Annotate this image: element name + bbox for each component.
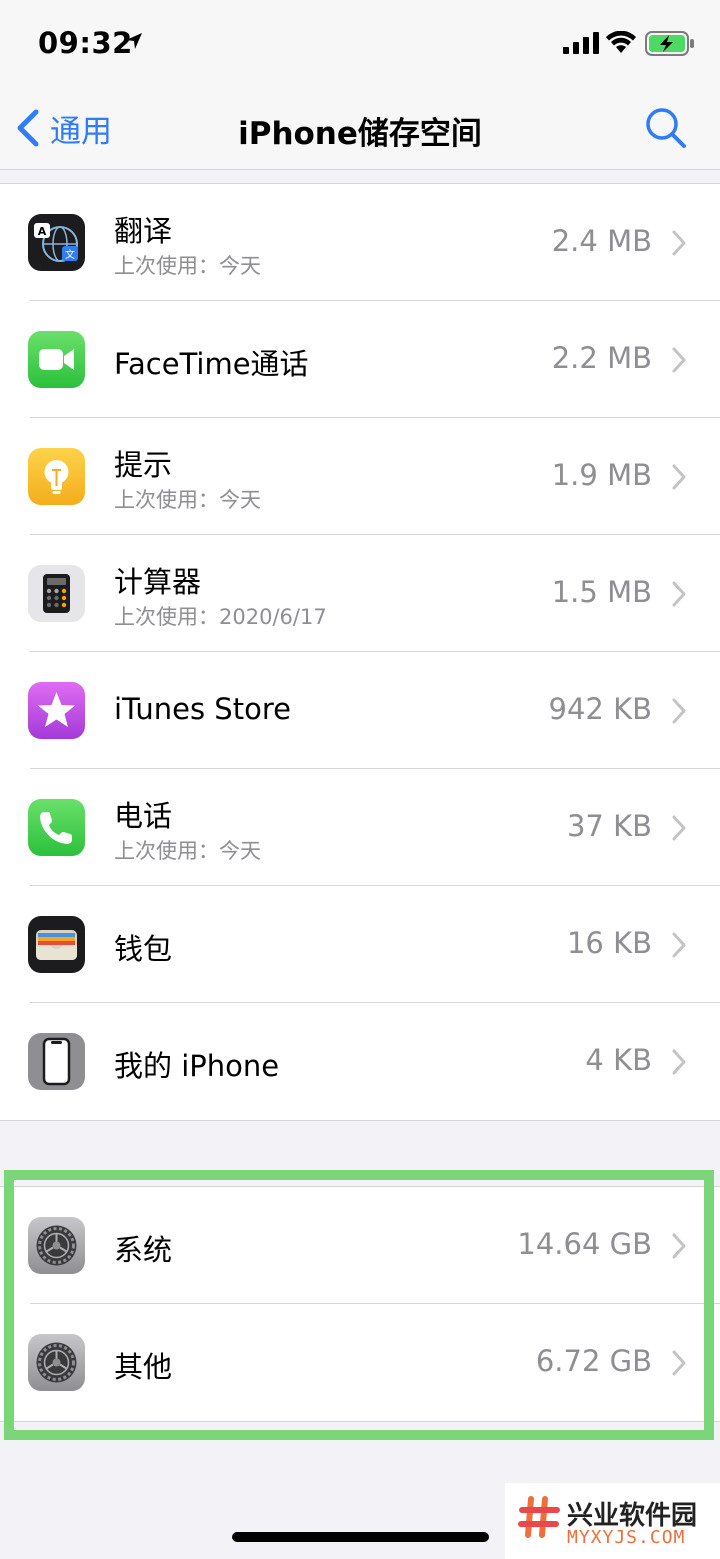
phone-icon bbox=[28, 799, 85, 856]
chevron-right-icon bbox=[672, 698, 686, 724]
app-name: FaceTime通话 bbox=[114, 347, 309, 381]
facetime-icon bbox=[28, 331, 85, 388]
itunes-store-icon bbox=[28, 682, 85, 739]
app-name: 提示 bbox=[114, 448, 173, 482]
list-item-system[interactable]: 系统 14.64 GB bbox=[0, 1187, 720, 1304]
list-item-facetime[interactable]: FaceTime通话 2.2 MB bbox=[0, 301, 720, 418]
status-bar: 09:32 bbox=[0, 0, 720, 88]
wallet-icon bbox=[28, 916, 85, 973]
translate-icon: A 文 bbox=[28, 214, 85, 271]
watermark: 兴业软件园 MYXYJS.COM bbox=[505, 1483, 720, 1559]
chevron-right-icon bbox=[672, 581, 686, 607]
calculator-icon bbox=[28, 565, 85, 622]
list-item-itunes-store[interactable]: iTunes Store 942 KB bbox=[0, 652, 720, 769]
chevron-right-icon bbox=[672, 1350, 686, 1376]
app-name: 翻译 bbox=[114, 214, 173, 248]
list-item-calculator[interactable]: 计算器 上次使用：2020/6/17 1.5 MB bbox=[0, 535, 720, 652]
last-used: 上次使用：今天 bbox=[114, 839, 261, 863]
page-title: iPhone储存空间 bbox=[238, 116, 482, 152]
app-size: 1.5 MB bbox=[551, 575, 652, 609]
search-icon[interactable] bbox=[644, 106, 688, 150]
app-size: 2.2 MB bbox=[551, 341, 652, 375]
tips-icon bbox=[28, 448, 85, 505]
cellular-signal-icon bbox=[563, 32, 599, 54]
chevron-right-icon bbox=[672, 932, 686, 958]
app-size: 1.9 MB bbox=[551, 458, 652, 492]
battery-charging-icon bbox=[645, 31, 694, 56]
list-item-wallet[interactable]: 钱包 16 KB bbox=[0, 886, 720, 1003]
item-size: 6.72 GB bbox=[535, 1344, 652, 1378]
svg-text:A: A bbox=[38, 225, 47, 238]
navigation-bar: 通用 iPhone储存空间 bbox=[0, 88, 720, 170]
hash-logo-icon bbox=[517, 1495, 561, 1539]
app-name: iTunes Store bbox=[114, 692, 291, 726]
last-used: 上次使用：今天 bbox=[114, 488, 261, 512]
app-size: 942 KB bbox=[548, 692, 652, 726]
chevron-right-icon bbox=[672, 464, 686, 490]
status-time: 09:32 bbox=[38, 26, 133, 60]
last-used: 上次使用：2020/6/17 bbox=[114, 605, 327, 629]
settings-gear-icon bbox=[28, 1217, 85, 1274]
app-size: 16 KB bbox=[566, 926, 652, 960]
item-name: 其他 bbox=[114, 1350, 173, 1384]
app-size: 4 KB bbox=[585, 1043, 652, 1077]
chevron-right-icon bbox=[672, 347, 686, 373]
list-item-translate[interactable]: A 文 翻译 上次使用：今天 2.4 MB bbox=[0, 184, 720, 301]
app-storage-list: A 文 翻译 上次使用：今天 2.4 MB FaceTime通话 2.2 MB bbox=[0, 183, 720, 1121]
location-arrow-icon bbox=[126, 33, 142, 49]
system-storage-list: 系统 14.64 GB 其他 6.72 GB bbox=[0, 1186, 720, 1422]
list-item-tips[interactable]: 提示 上次使用：今天 1.9 MB bbox=[0, 418, 720, 535]
home-indicator[interactable] bbox=[232, 1532, 489, 1542]
item-size: 14.64 GB bbox=[517, 1227, 652, 1261]
wifi-icon bbox=[606, 31, 636, 53]
app-name: 钱包 bbox=[114, 932, 173, 966]
my-iphone-icon bbox=[28, 1033, 85, 1090]
app-name: 我的 iPhone bbox=[114, 1049, 280, 1083]
list-item-other[interactable]: 其他 6.72 GB bbox=[0, 1304, 720, 1421]
chevron-right-icon bbox=[672, 1049, 686, 1075]
settings-gear-icon bbox=[28, 1334, 85, 1391]
last-used: 上次使用：今天 bbox=[114, 254, 261, 278]
chevron-right-icon bbox=[672, 815, 686, 841]
chevron-right-icon bbox=[672, 230, 686, 256]
app-name: 计算器 bbox=[114, 565, 202, 599]
chevron-right-icon bbox=[672, 1233, 686, 1259]
app-size: 37 KB bbox=[566, 809, 652, 843]
app-name: 电话 bbox=[114, 799, 173, 833]
watermark-url: MYXYJS.COM bbox=[567, 1527, 686, 1548]
svg-text:文: 文 bbox=[65, 248, 75, 261]
item-name: 系统 bbox=[114, 1233, 173, 1267]
app-size: 2.4 MB bbox=[551, 224, 652, 258]
list-item-phone[interactable]: 电话 上次使用：今天 37 KB bbox=[0, 769, 720, 886]
list-item-my-iphone[interactable]: 我的 iPhone 4 KB bbox=[0, 1003, 720, 1120]
